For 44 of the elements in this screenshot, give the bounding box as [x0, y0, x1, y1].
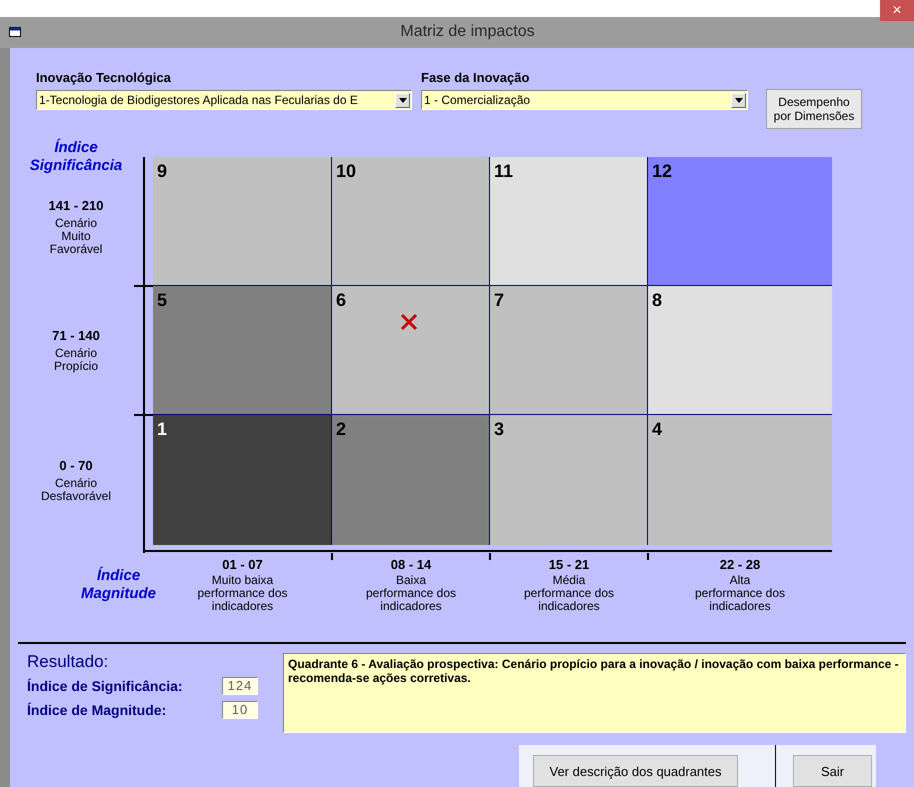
- dialog-button[interactable]: Sair: [793, 755, 872, 787]
- quadrant-number: 3: [494, 419, 504, 439]
- quadrant-number: 6: [336, 290, 346, 310]
- quadrant-number: 11: [494, 161, 514, 181]
- dialog-button[interactable]: Ver descrição dos quadrantes: [533, 755, 738, 787]
- quadrant-number: 7: [494, 290, 504, 310]
- performance-label: Média performance dos indicadores: [524, 574, 614, 613]
- range-label: 08 - 14: [390, 557, 432, 573]
- dropdown[interactable]: 1-Tecnologia de Biodigestores Aplicada nas Fecularias do E: [36, 90, 412, 110]
- performance-label: Muito baixa performance dos indicadores: [197, 574, 288, 613]
- description-box[interactable]: Quadrante 6 - Avaliação prospectiva: Cenário propício para a inovação / inovação com baixa performance - recomenda-se ações corretivas.: [283, 653, 906, 733]
- close-button[interactable]: ×: [880, 0, 914, 21]
- range-label: 01 - 07: [222, 557, 263, 573]
- quadrant-number: 12: [652, 161, 672, 181]
- field-label: Inovação Tecnológica: [36, 70, 172, 85]
- window-title: Matriz de impactos: [399, 23, 536, 42]
- index-label: Índice de Significância:: [27, 678, 184, 694]
- performance-label: Alta performance dos indicadores: [694, 574, 786, 613]
- result-title: Resultado:: [27, 653, 110, 671]
- scenario-label: Cenário Desfavorável: [40, 476, 112, 502]
- scenario-label: Cenário Muito Favorável: [50, 216, 102, 256]
- index-label: Índice de Magnitude:: [27, 702, 168, 718]
- dimensions-button[interactable]: Desempenho por Dimensões: [766, 89, 862, 129]
- scenario-label: Cenário Propício: [54, 347, 98, 373]
- window-icon: [9, 27, 21, 38]
- axis-title: Índice Significância: [30, 139, 122, 175]
- quadrant-number: 5: [157, 290, 168, 310]
- field-label: Fase da Inovação: [421, 70, 530, 85]
- performance-label: Baixa performance dos indicadores: [366, 574, 456, 613]
- quadrant-number: 1: [157, 419, 168, 439]
- quadrant-number: 9: [157, 161, 168, 181]
- quadrant-number: 2: [336, 419, 346, 439]
- range-label: 141 - 210: [48, 198, 104, 214]
- index-value-field[interactable]: 10: [222, 701, 258, 719]
- quadrant-number: 4: [652, 419, 662, 439]
- range-label: 71 - 140: [52, 328, 100, 344]
- index-value-field[interactable]: 124: [222, 677, 258, 695]
- quadrant-number: 8: [652, 290, 662, 310]
- range-label: 0 - 70: [59, 458, 93, 474]
- range-label: 15 - 21: [548, 557, 590, 573]
- dropdown[interactable]: 1 - Comercialização: [421, 90, 748, 110]
- range-label: 22 - 28: [720, 557, 760, 573]
- axis-title: Índice Magnitude: [81, 567, 156, 603]
- quadrant-number: 10: [336, 161, 356, 181]
